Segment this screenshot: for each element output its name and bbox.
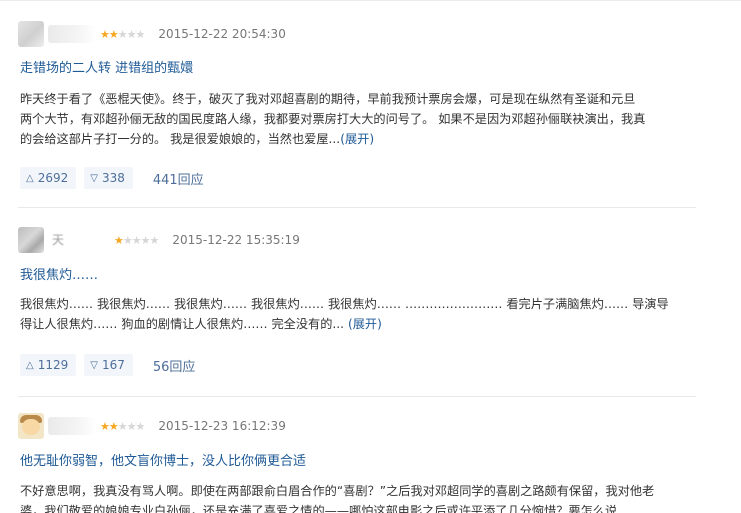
username-link[interactable]: 天 [48, 231, 110, 249]
rating-stars: ★★★★★ [114, 233, 160, 247]
review-title[interactable]: 他无耻你弱智，他文盲你博士，没人比你俩更合适 [20, 450, 306, 469]
review-time[interactable]: 2015-12-23 16:12:39 [158, 419, 285, 433]
rating-stars: ★★★★★ [100, 419, 146, 433]
avatar[interactable] [18, 227, 44, 253]
star-filled-icon: ★ [100, 27, 110, 41]
avatar[interactable] [18, 21, 44, 47]
review-actions: △ 2692 ▽ 338 441回应 [20, 166, 204, 190]
review-title[interactable]: 我很焦灼…… [20, 264, 98, 283]
upvote-count: 2692 [37, 171, 69, 185]
review-body: 我很焦灼…… 我很焦灼…… 我很焦灼…… 我很焦灼…… 我很焦灼…… ……………… [20, 294, 696, 334]
avatar[interactable] [18, 413, 44, 439]
expand-link[interactable]: (展开) [340, 132, 374, 146]
star-filled-icon: ★ [114, 233, 124, 247]
downvote-button[interactable]: ▽ 338 [84, 167, 133, 189]
thumb-down-icon: ▽ [90, 172, 98, 184]
review-time[interactable]: 2015-12-22 20:54:30 [158, 27, 285, 41]
star-empty-icon: ★ [117, 419, 128, 433]
review-header: ★★★★★ 2015-12-23 16:12:39 [18, 412, 286, 440]
review-item: ★★★★★ 2015-12-22 20:54:30 走错场的二人转 进错组的甄嬛… [0, 0, 741, 205]
username-link[interactable] [48, 25, 96, 43]
star-empty-icon: ★ [126, 27, 137, 41]
upvote-button[interactable]: △ 1129 [20, 354, 77, 376]
review-item: 天 ★★★★★ 2015-12-22 15:35:19 我很焦灼…… 我很焦灼…… [0, 208, 741, 388]
review-time[interactable]: 2015-12-22 15:35:19 [172, 233, 299, 247]
review-actions: △ 1129 ▽ 167 56回应 [20, 353, 195, 377]
thumb-up-icon: △ [26, 172, 34, 184]
star-empty-icon: ★ [140, 233, 151, 247]
downvote-count: 167 [101, 358, 125, 372]
rating-stars: ★★★★★ [100, 27, 146, 41]
review-body-text: 得让人很焦灼…… 狗血的剧情让人很焦灼…… 完全没有的... [20, 317, 348, 331]
review-body-line: 不好意思啊，我真没有骂人啊。即使在两部跟俞白眉合作的“喜剧？”之后我对邓超同学的… [20, 484, 655, 498]
review-body-line: 得让人很焦灼…… 狗血的剧情让人很焦灼…… 完全没有的... (展开) [20, 314, 696, 334]
review-body-line: 昨天终于看了《恶棍天使》。终于，破灭了我对邓超喜剧的期待，早前我预计票房会爆，可… [20, 92, 636, 106]
expand-link[interactable]: (展开) [348, 317, 382, 331]
reply-link[interactable]: 56回应 [153, 356, 196, 375]
star-filled-icon: ★ [108, 419, 119, 433]
star-empty-icon: ★ [149, 233, 160, 247]
thumb-down-icon: ▽ [90, 359, 98, 371]
review-header: 天 ★★★★★ 2015-12-22 15:35:19 [18, 226, 300, 254]
downvote-button[interactable]: ▽ 167 [84, 354, 133, 376]
star-empty-icon: ★ [122, 233, 133, 247]
review-title[interactable]: 走错场的二人转 进错组的甄嬛 [20, 57, 193, 76]
star-empty-icon: ★ [135, 419, 146, 433]
upvote-button[interactable]: △ 2692 [20, 167, 77, 189]
star-empty-icon: ★ [117, 27, 128, 41]
username-link[interactable] [48, 417, 96, 435]
review-body-line: 的会给这部片子打一分的。 我是很爱娘娘的，当然也爱屋...(展开) [20, 129, 696, 149]
review-item: ★★★★★ 2015-12-23 16:12:39 他无耻你弱智，他文盲你博士，… [0, 408, 741, 513]
review-body: 昨天终于看了《恶棍天使》。终于，破灭了我对邓超喜剧的期待，早前我预计票房会爆，可… [20, 89, 696, 149]
review-body: 不好意思啊，我真没有骂人啊。即使在两部跟俞白眉合作的“喜剧？”之后我对邓超同学的… [20, 481, 696, 513]
review-body-text: 的会给这部片子打一分的。 我是很爱娘娘的，当然也爱屋... [20, 132, 341, 146]
review-header: ★★★★★ 2015-12-22 20:54:30 [18, 20, 286, 48]
star-filled-icon: ★ [108, 27, 119, 41]
thumb-up-icon: △ [26, 359, 34, 371]
star-empty-icon: ★ [135, 27, 146, 41]
reply-link[interactable]: 441回应 [153, 169, 204, 188]
review-body-line: 婆，我们敬爱的娘娘专业白孙俪，还是充满了喜爱之情的——哪怕这部电影之后或许平添了… [20, 504, 618, 513]
star-filled-icon: ★ [100, 419, 110, 433]
downvote-count: 338 [101, 171, 125, 185]
review-body-line: 两个大节，有邓超孙俪无敌的国民度路人缘，我都要对票房打大大的问号了。 如果不是因… [20, 112, 646, 126]
upvote-count: 1129 [37, 358, 69, 372]
star-empty-icon: ★ [126, 419, 137, 433]
star-empty-icon: ★ [131, 233, 142, 247]
review-divider [18, 396, 696, 397]
review-body-line: 我很焦灼…… 我很焦灼…… 我很焦灼…… 我很焦灼…… 我很焦灼…… ……………… [20, 297, 669, 311]
